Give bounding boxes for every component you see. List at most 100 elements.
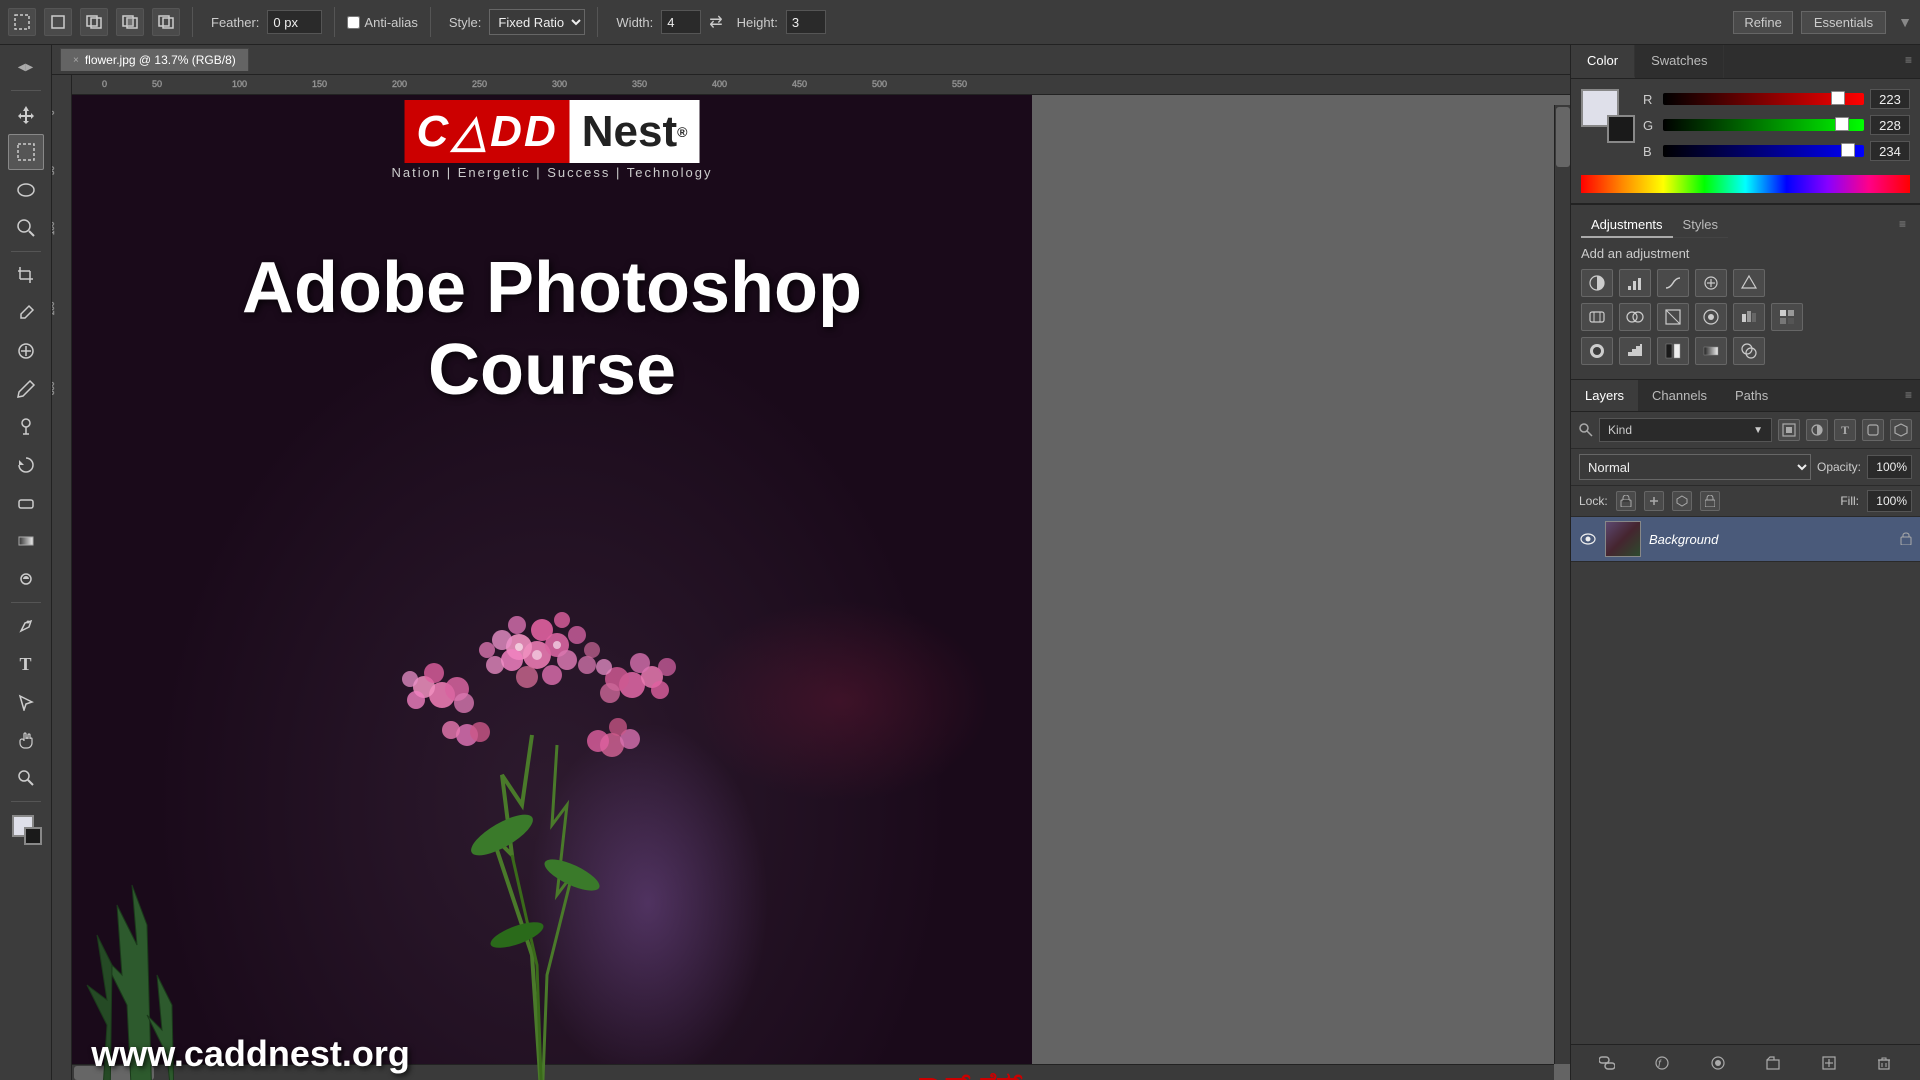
adjustments-tab[interactable]: Adjustments [1581, 213, 1673, 238]
type-filter-icon[interactable]: T [1834, 419, 1856, 441]
panel-toggle-btn[interactable]: ◀▶ [8, 49, 44, 85]
invert-btn[interactable] [1581, 337, 1613, 365]
hand-tool[interactable] [8, 722, 44, 758]
crop-tool[interactable] [8, 257, 44, 293]
g-slider[interactable] [1663, 119, 1864, 131]
move-tool[interactable] [8, 96, 44, 132]
brightness-contrast-btn[interactable] [1581, 269, 1613, 297]
clone-stamp-tool[interactable] [8, 409, 44, 445]
lasso-tool[interactable] [8, 172, 44, 208]
opacity-input[interactable] [1867, 455, 1912, 479]
gradient-tool[interactable] [8, 523, 44, 559]
color-spectrum[interactable] [1581, 175, 1910, 193]
tool-subtract-btn[interactable] [80, 8, 108, 36]
selective-color-btn[interactable] [1733, 337, 1765, 365]
threshold-btn[interactable] [1657, 337, 1689, 365]
style-select[interactable]: Fixed Ratio Normal Fixed Size [489, 9, 585, 35]
layers-panel-arrow[interactable]: ≡ [1897, 380, 1920, 411]
history-brush-tool[interactable] [8, 447, 44, 483]
add-mask-btn[interactable] [1707, 1052, 1729, 1074]
color-picker[interactable] [8, 811, 44, 847]
fill-input[interactable] [1867, 490, 1912, 512]
photo-filter-btn[interactable] [1695, 303, 1727, 331]
adj-panel-arrow[interactable]: ≡ [1895, 213, 1910, 238]
document-tab[interactable]: × flower.jpg @ 13.7% (RGB/8) [60, 48, 249, 71]
g-value[interactable] [1870, 115, 1910, 135]
kind-filter[interactable]: Kind ▼ [1599, 418, 1772, 442]
color-lookup-btn[interactable] [1771, 303, 1803, 331]
g-thumb[interactable] [1835, 117, 1849, 131]
layer-visibility-eye[interactable] [1579, 530, 1597, 548]
bg-color[interactable] [24, 827, 42, 845]
b-thumb[interactable] [1841, 143, 1855, 157]
new-layer-btn[interactable] [1818, 1052, 1840, 1074]
color-balance-btn[interactable] [1619, 303, 1651, 331]
bg-color-swatch[interactable] [1607, 115, 1635, 143]
styles-tab[interactable]: Styles [1673, 213, 1728, 238]
svg-text:f: f [1658, 1059, 1662, 1070]
essentials-button[interactable]: Essentials [1801, 11, 1886, 34]
lock-position-icon[interactable] [1644, 491, 1664, 511]
curves-btn[interactable] [1657, 269, 1689, 297]
eyedropper-tool[interactable] [8, 295, 44, 331]
shape-filter-icon[interactable] [1862, 419, 1884, 441]
lock-all-icon[interactable] [1700, 491, 1720, 511]
levels-btn[interactable] [1619, 269, 1651, 297]
color-tab[interactable]: Color [1571, 45, 1635, 78]
swap-icon[interactable]: ⇄ [709, 12, 722, 32]
heal-tool[interactable] [8, 333, 44, 369]
tab-close-btn[interactable]: × [73, 55, 79, 66]
smart-filter-icon[interactable] [1890, 419, 1912, 441]
link-layers-btn[interactable] [1596, 1052, 1618, 1074]
essentials-dropdown-icon[interactable]: ▼ [1898, 14, 1912, 30]
paths-tab[interactable]: Paths [1721, 380, 1782, 411]
tool-intersect-btn[interactable] [116, 8, 144, 36]
scroll-bar-right[interactable] [1554, 105, 1570, 1064]
delete-layer-btn[interactable] [1873, 1052, 1895, 1074]
quick-select-tool[interactable] [8, 210, 44, 246]
scroll-thumb-right[interactable] [1556, 107, 1570, 167]
text-tool[interactable]: T [8, 646, 44, 682]
bw-btn[interactable] [1657, 303, 1689, 331]
posterize-btn[interactable] [1619, 337, 1651, 365]
r-thumb[interactable] [1831, 91, 1845, 105]
exposure-btn[interactable] [1695, 269, 1727, 297]
tool-new-btn[interactable] [44, 8, 72, 36]
selection-tool[interactable] [8, 684, 44, 720]
color-panel-arrow[interactable]: ≡ [1897, 45, 1920, 78]
pen-tool[interactable] [8, 608, 44, 644]
marquee-tool-btn[interactable] [8, 8, 36, 36]
feather-input[interactable] [267, 10, 322, 34]
brush-tool[interactable] [8, 371, 44, 407]
lock-pixels-icon[interactable] [1616, 491, 1636, 511]
hue-sat-btn[interactable] [1581, 303, 1613, 331]
refine-button[interactable]: Refine [1733, 11, 1793, 34]
vibrance-btn[interactable] [1733, 269, 1765, 297]
r-slider[interactable] [1663, 93, 1864, 105]
zoom-tool[interactable] [8, 760, 44, 796]
gradient-map-btn[interactable] [1695, 337, 1727, 365]
channel-mixer-btn[interactable] [1733, 303, 1765, 331]
r-value[interactable] [1870, 89, 1910, 109]
swatches-tab[interactable]: Swatches [1635, 45, 1724, 78]
b-slider[interactable] [1663, 145, 1864, 157]
blend-mode-select[interactable]: Normal Dissolve Multiply Screen Overlay [1579, 454, 1811, 480]
layers-tab[interactable]: Layers [1571, 380, 1638, 411]
add-style-btn[interactable]: f [1651, 1052, 1673, 1074]
height-input[interactable] [786, 10, 826, 34]
antialias-label[interactable]: Anti-alias [347, 15, 417, 30]
antialias-checkbox[interactable] [347, 16, 360, 29]
dodge-tool[interactable] [8, 561, 44, 597]
background-layer-row[interactable]: Background [1571, 517, 1920, 562]
pixel-filter-icon[interactable] [1778, 419, 1800, 441]
lock-artboards-icon[interactable] [1672, 491, 1692, 511]
marquee-tool-sidebar[interactable] [8, 134, 44, 170]
adjustment-filter-icon[interactable] [1806, 419, 1828, 441]
width-input[interactable] [661, 10, 701, 34]
channels-tab[interactable]: Channels [1638, 380, 1721, 411]
tool-exclude-btn[interactable] [152, 8, 180, 36]
b-value[interactable] [1870, 141, 1910, 161]
eraser-tool[interactable] [8, 485, 44, 521]
color-swatches-preview[interactable] [1581, 89, 1635, 143]
new-group-btn[interactable] [1762, 1052, 1784, 1074]
